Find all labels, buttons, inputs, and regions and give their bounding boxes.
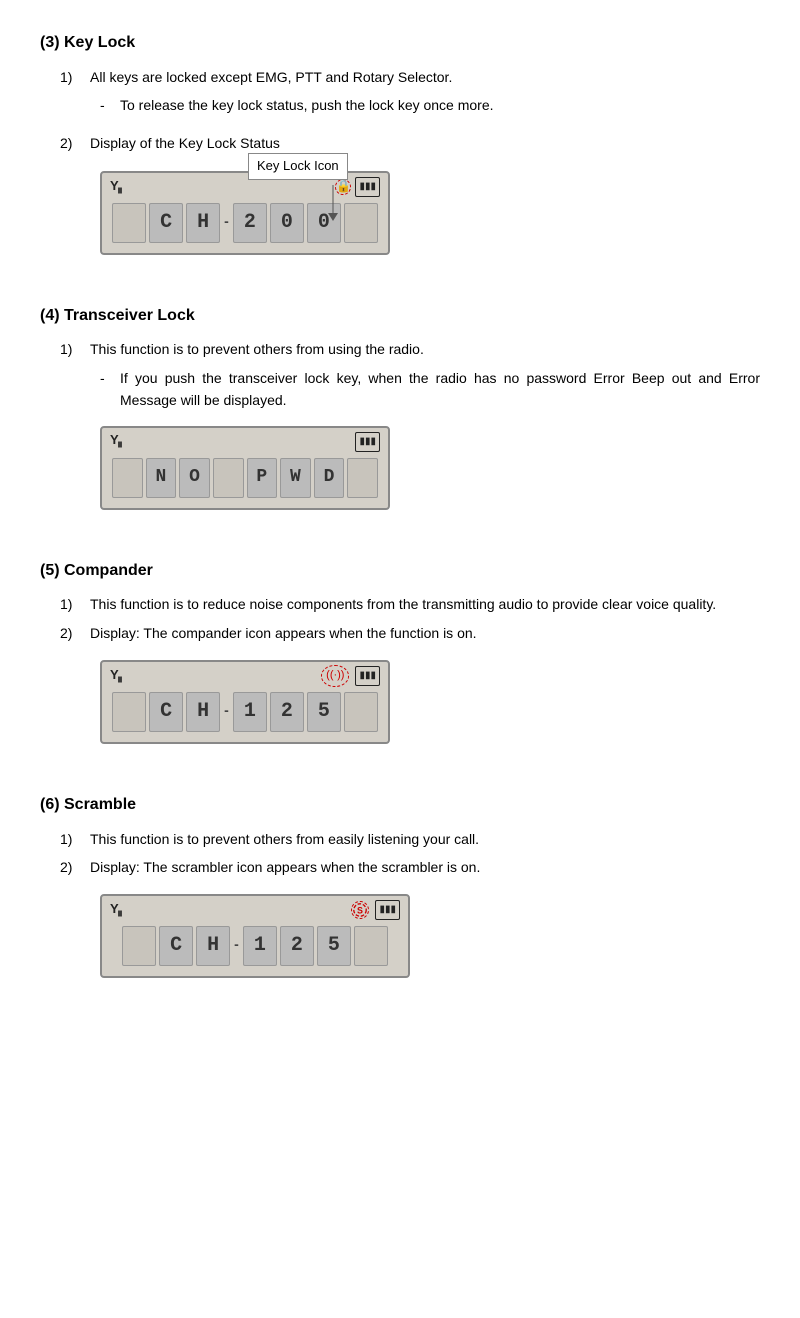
segment-display: C H - 1 2 5	[110, 688, 380, 736]
signal-icon: YIII	[110, 899, 121, 921]
seg-char-5: 5	[317, 926, 351, 966]
svg-text:S: S	[358, 906, 364, 916]
battery-icon: ▮▮▮	[375, 900, 400, 920]
item-text: Display: The scrambler icon appears when…	[90, 856, 760, 878]
transceiver-lock-bullet1: - If you push the transceiver lock key, …	[40, 367, 760, 412]
seg-dash: -	[234, 933, 239, 959]
item-number: 2)	[60, 132, 90, 154]
key-lock-title: (3) Key Lock	[40, 30, 760, 56]
segment-display: N O P W D	[110, 454, 380, 502]
item-text: This function is to prevent others from …	[90, 828, 760, 850]
transceiver-lock-item1: 1) This function is to prevent others fr…	[40, 338, 760, 360]
seg-char-o: O	[179, 458, 210, 498]
seg-char-c: C	[149, 692, 183, 732]
transceiver-lock-title: (4) Transceiver Lock	[40, 303, 760, 329]
seg-char-2: 2	[233, 203, 267, 243]
item-text: Display of the Key Lock Status	[90, 132, 760, 154]
signal-icon: YIII	[110, 430, 121, 452]
scramble-item2: 2) Display: The scrambler icon appears w…	[40, 856, 760, 878]
battery-icon: ▮▮▮	[355, 666, 380, 686]
seg-char-n: N	[146, 458, 177, 498]
compander-item2: 2) Display: The compander icon appears w…	[40, 622, 760, 644]
item-text: All keys are locked except EMG, PTT and …	[90, 66, 760, 88]
seg-char-p: P	[247, 458, 278, 498]
callout-label: Key Lock Icon	[257, 158, 339, 173]
seg-char-ghost2	[344, 692, 378, 732]
seg-char-w: W	[280, 458, 311, 498]
seg-char-0a: 0	[270, 203, 304, 243]
seg-char-1: 1	[243, 926, 277, 966]
scramble-icon: S	[351, 901, 369, 919]
seg-char-ghost2	[347, 458, 378, 498]
compander-title: (5) Compander	[40, 558, 760, 584]
section-compander: (5) Compander 1) This function is to red…	[40, 558, 760, 764]
item-text: This function is to prevent others from …	[90, 338, 760, 360]
signal-icon: YIII	[110, 176, 121, 198]
key-lock-item2: 2) Display of the Key Lock Status	[40, 132, 760, 154]
item-number: 1)	[60, 828, 90, 850]
callout-box: Key Lock Icon	[248, 153, 348, 180]
key-lock-item1: 1) All keys are locked except EMG, PTT a…	[40, 66, 760, 88]
item-number: 1)	[60, 338, 90, 360]
bullet-dash: -	[100, 367, 120, 412]
section-scramble: (6) Scramble 1) This function is to prev…	[40, 792, 760, 998]
scramble-title: (6) Scramble	[40, 792, 760, 818]
seg-dash: -	[224, 699, 229, 725]
key-lock-bullet1: - To release the key lock status, push t…	[40, 94, 760, 116]
scramble-item1: 1) This function is to prevent others fr…	[40, 828, 760, 850]
seg-char-h: H	[186, 203, 220, 243]
section-transceiver-lock: (4) Transceiver Lock 1) This function is…	[40, 303, 760, 530]
seg-char-5: 5	[307, 692, 341, 732]
compander-display: YIII ((·)) ▮▮▮ C H - 1 2 5	[100, 660, 390, 744]
seg-char-ghost	[112, 458, 143, 498]
seg-char-c: C	[149, 203, 183, 243]
item-number: 1)	[60, 66, 90, 88]
bullet-text: If you push the transceiver lock key, wh…	[120, 367, 760, 412]
compander-icon: ((·))	[321, 665, 349, 687]
seg-char-d: D	[314, 458, 345, 498]
seg-char-space	[213, 458, 244, 498]
segment-display: C H - 1 2 5	[110, 922, 400, 970]
seg-char-2: 2	[280, 926, 314, 966]
seg-char-h: H	[186, 692, 220, 732]
item-number: 1)	[60, 593, 90, 615]
seg-char-ghost	[112, 692, 146, 732]
section-key-lock: (3) Key Lock 1) All keys are locked exce…	[40, 30, 760, 275]
scramble-display-wrapper: YIII S ▮▮▮ C H - 1 2 5	[100, 894, 410, 978]
seg-char-2: 2	[270, 692, 304, 732]
seg-char-ghost2	[354, 926, 388, 966]
scramble-display: YIII S ▮▮▮ C H - 1 2 5	[100, 894, 410, 978]
seg-char-ghost	[122, 926, 156, 966]
signal-icon: YIII	[110, 665, 121, 687]
bullet-text: To release the key lock status, push the…	[120, 94, 760, 116]
compander-display-wrapper: YIII ((·)) ▮▮▮ C H - 1 2 5	[100, 660, 390, 744]
seg-char-h: H	[196, 926, 230, 966]
seg-char-ghost	[112, 203, 146, 243]
item-text: This function is to reduce noise compone…	[90, 593, 760, 615]
seg-char-1: 1	[233, 692, 267, 732]
seg-char-c: C	[159, 926, 193, 966]
item-number: 2)	[60, 856, 90, 878]
item-text: Display: The compander icon appears when…	[90, 622, 760, 644]
no-pwd-display: YIII ▮▮▮ N O P W D	[100, 426, 390, 510]
compander-item1: 1) This function is to reduce noise comp…	[40, 593, 760, 615]
bullet-dash: -	[100, 94, 120, 116]
callout-arrow	[328, 185, 368, 221]
seg-dash: -	[224, 210, 229, 236]
item-number: 2)	[60, 622, 90, 644]
transceiver-lock-display-wrapper: YIII ▮▮▮ N O P W D	[100, 426, 390, 510]
battery-icon: ▮▮▮	[355, 432, 380, 452]
